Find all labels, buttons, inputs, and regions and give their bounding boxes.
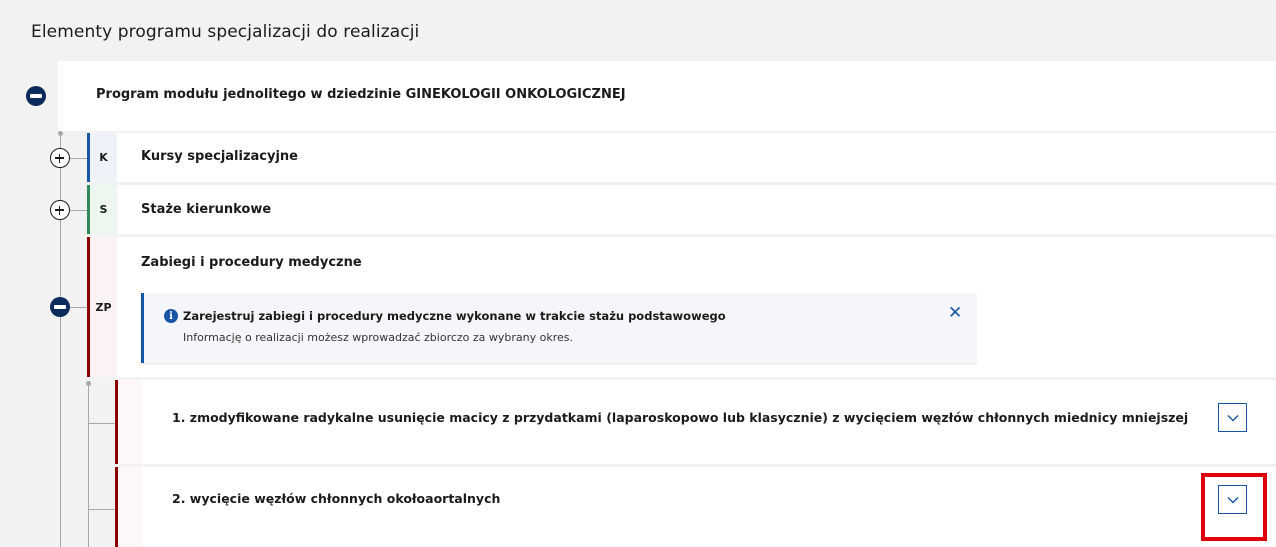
item-label: Zabiegi i procedury medyczne: [141, 255, 362, 270]
info-title: Zarejestruj zabiegi i procedury medyczne…: [183, 309, 726, 323]
tree-line-main: [60, 133, 61, 547]
procedure-row[interactable]: 1. zmodyfikowane radykalne usunięcie mac…: [115, 380, 1276, 464]
procedure-bar-bg: [118, 467, 142, 547]
section-title: Elementy programu specjalizacji do reali…: [31, 22, 420, 42]
item-label: Staże kierunkowe: [141, 202, 272, 217]
collapse-zabiegi-icon[interactable]: [50, 297, 70, 317]
root-node-label: Program modułu jednolitego w dziedzinie …: [96, 87, 626, 102]
item-label: Kursy specjalizacyjne: [141, 149, 299, 164]
item-badge: S: [90, 185, 117, 234]
close-icon[interactable]: ✕: [948, 303, 962, 323]
info-alert: i Zarejestruj zabiegi i procedury medycz…: [141, 293, 976, 363]
tree-line-sub: [88, 383, 89, 547]
tree-dot: [58, 131, 63, 136]
procedure-bar-bg: [118, 380, 142, 464]
procedure-label: 2. wycięcie węzłów chłonnych okołoaortal…: [172, 491, 501, 506]
info-icon: i: [164, 309, 178, 323]
item-badge: K: [90, 133, 117, 182]
tree-branch-k: [69, 158, 87, 159]
expand-kursy-icon[interactable]: [50, 148, 70, 168]
tree-dot-sub: [86, 381, 91, 386]
tree-branch-proc-2: [88, 509, 115, 510]
procedure-row[interactable]: 2. wycięcie węzłów chłonnych okołoaortal…: [115, 467, 1276, 547]
chevron-down-icon: [1227, 414, 1238, 421]
expand-staze-icon[interactable]: [50, 200, 70, 220]
tree-branch-zp: [69, 307, 87, 308]
item-badge: ZP: [90, 237, 117, 377]
tree-branch-proc-1: [88, 423, 115, 424]
tree-item-kursy[interactable]: K Kursy specjalizacyjne: [87, 133, 1276, 182]
info-text: Informację o realizacji możesz wprowadza…: [183, 331, 574, 344]
highlight-box: [1201, 473, 1267, 541]
tree-item-staze[interactable]: S Staże kierunkowe: [87, 185, 1276, 234]
expand-procedure-button[interactable]: [1218, 403, 1247, 432]
tree-branch-s: [69, 210, 87, 211]
collapse-root-icon[interactable]: [26, 86, 46, 106]
procedure-label: 1. zmodyfikowane radykalne usunięcie mac…: [172, 410, 1189, 425]
